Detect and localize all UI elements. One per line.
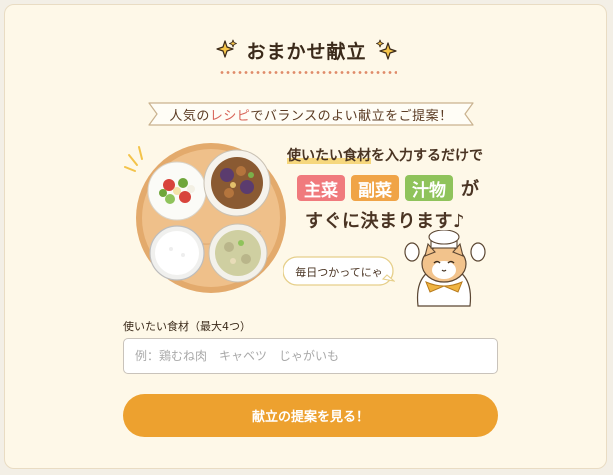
ribbon-text-before: 人気の (169, 108, 210, 124)
recipe-ribbon: 人気の レシピ でバランスのよい献立をご提案！ (147, 101, 475, 127)
side-dish-badge: 副菜 (351, 175, 399, 201)
ingredient-field-label: 使いたい食材（最大4つ） (123, 320, 251, 333)
ingredient-input[interactable] (123, 338, 498, 374)
sparkle-icon (375, 39, 397, 60)
submit-button[interactable]: 献立の提案を見る！ (123, 394, 498, 437)
ribbon-text-accent: レシピ (209, 108, 251, 124)
ribbon-text: 人気の レシピ でバランスのよい献立をご提案！ (147, 101, 475, 127)
promo-headline: 使いたい食材を入力するだけで (287, 145, 517, 165)
badge-suffix: が (461, 179, 479, 200)
sparkle-icon (216, 39, 238, 58)
speech-bubble-text: 毎日つかってにゃ (295, 266, 383, 279)
sparkle-lines-icon (124, 146, 143, 172)
promo-highlight: 使いたい食材 (287, 148, 371, 164)
ribbon-text-after: でバランスのよい献立をご提案！ (250, 108, 453, 124)
main-dish-badge: 主菜 (297, 175, 345, 201)
title-divider (219, 71, 397, 74)
soup-badge: 汁物 (405, 175, 453, 201)
meal-tray-illustration (124, 143, 286, 293)
chef-cat-mascot-icon (404, 230, 486, 307)
page-title: おまかせ献立 (246, 40, 367, 63)
promo-rest: を入力するだけで (371, 148, 483, 164)
menu-suggest-card: おまかせ献立 人気の レシピ でバランスのよい献立をご提案！ 使いたい食材を入力… (4, 4, 607, 469)
dish-badges: 主菜 副菜 汁物 が (297, 173, 479, 203)
speech-bubble: 毎日つかってにゃ (282, 255, 396, 289)
title-row: おまかせ献立 (5, 35, 608, 65)
